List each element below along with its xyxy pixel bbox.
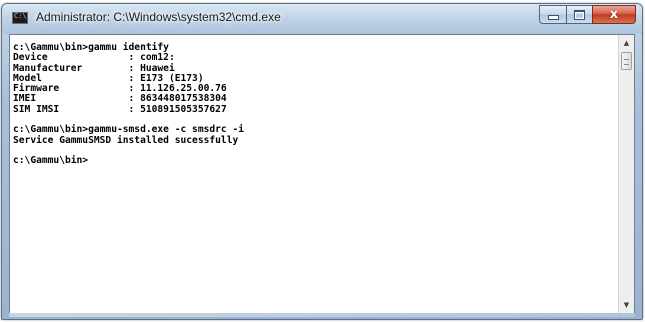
maximize-icon bbox=[567, 6, 592, 23]
cmd-icon[interactable] bbox=[12, 12, 28, 24]
console-line: Service GammuSMSD installed sucessfully bbox=[13, 134, 239, 146]
cmd-window: Administrator: C:\Windows\system32\cmd.e… bbox=[1, 3, 643, 320]
scroll-down-arrow-icon[interactable]: ▼ bbox=[619, 297, 634, 313]
title-bar[interactable]: Administrator: C:\Windows\system32\cmd.e… bbox=[2, 4, 642, 34]
console-line: SIM IMSI : 510891505357627 bbox=[13, 103, 227, 115]
console-output-area[interactable]: c:\Gammu\bin>gammu identify Device : com1… bbox=[9, 34, 635, 314]
scroll-up-arrow-icon[interactable]: ▲ bbox=[619, 35, 634, 51]
minimize-icon bbox=[540, 6, 566, 23]
minimize-button[interactable] bbox=[539, 5, 566, 24]
maximize-button[interactable] bbox=[566, 5, 592, 24]
close-button[interactable]: x bbox=[592, 5, 636, 24]
vertical-scrollbar[interactable]: ▲ ▼ bbox=[618, 35, 634, 313]
close-icon: x bbox=[609, 7, 619, 22]
window-controls: x bbox=[539, 5, 636, 25]
console-text: c:\Gammu\bin>gammu identify Device : com1… bbox=[13, 42, 244, 167]
window-bottom-border bbox=[9, 313, 635, 317]
scrollbar-thumb[interactable] bbox=[621, 52, 632, 70]
console-line: c:\Gammu\bin> bbox=[13, 155, 89, 167]
window-title: Administrator: C:\Windows\system32\cmd.e… bbox=[36, 10, 281, 24]
